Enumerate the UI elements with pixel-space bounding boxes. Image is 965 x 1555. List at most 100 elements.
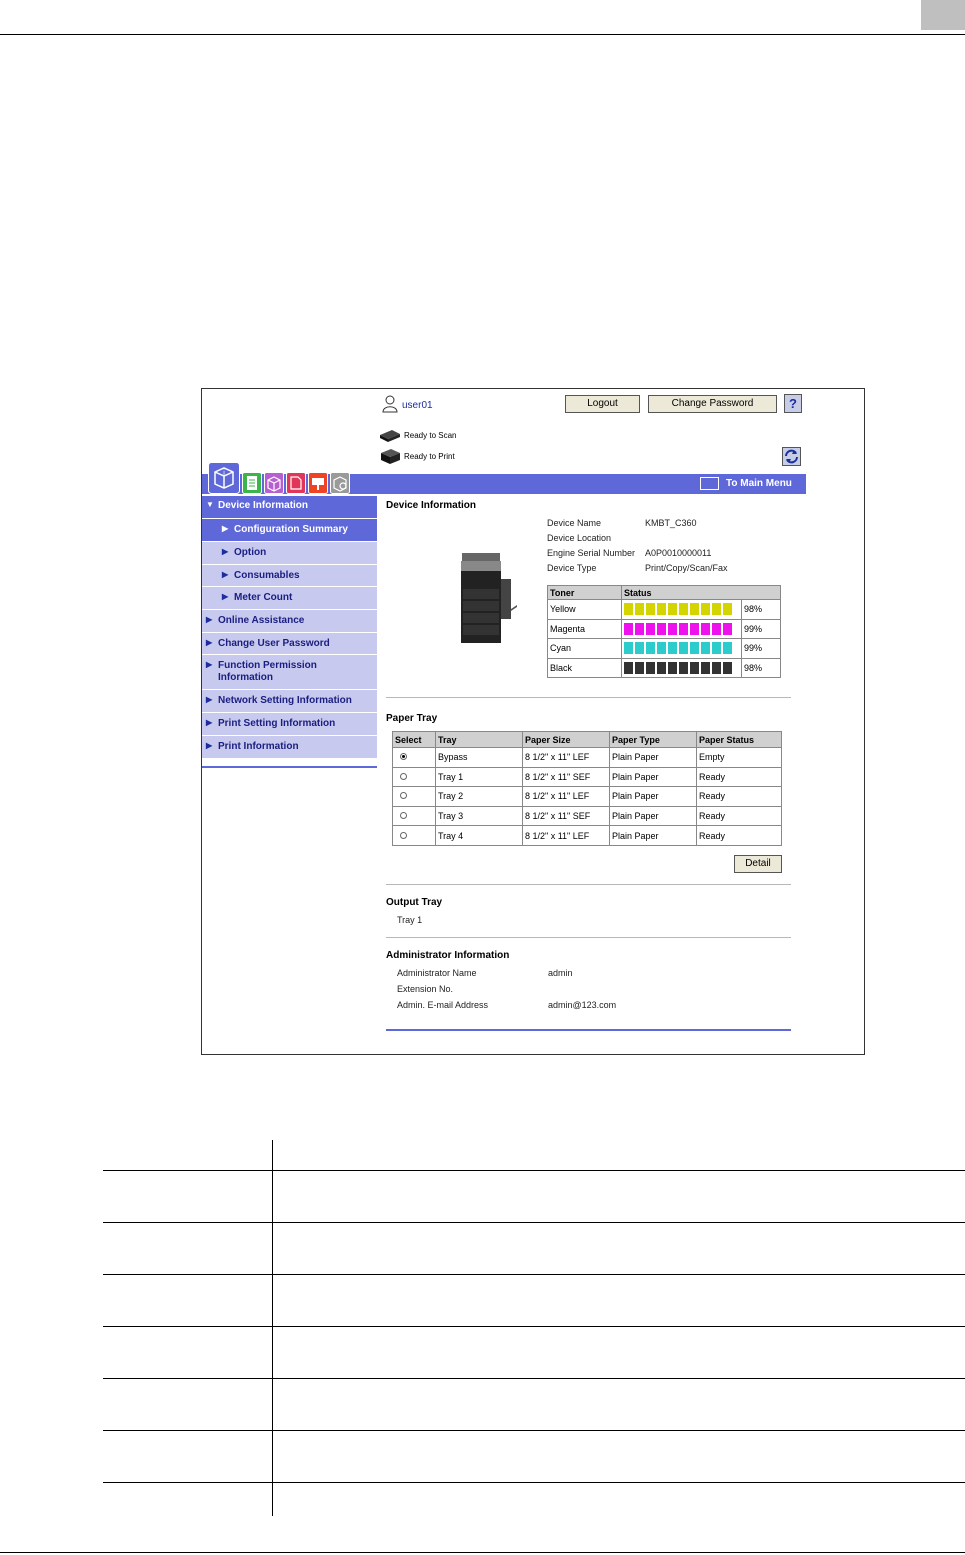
toner-level-segment xyxy=(690,642,699,655)
tray-select-radio[interactable] xyxy=(400,753,407,761)
toner-level-segment xyxy=(690,603,699,616)
sidebar-item-function-permission[interactable]: ▶ Function Permission Information xyxy=(202,655,377,690)
toner-level-segment xyxy=(635,603,644,616)
sidebar-item-print-setting[interactable]: ▶ Print Setting Information xyxy=(202,713,377,736)
sidebar-item-online-assistance[interactable]: ▶ Online Assistance xyxy=(202,610,377,633)
toner-row: Cyan 99% xyxy=(547,638,781,659)
tray-size-cell: 8 1/2" x 11" LEF xyxy=(522,747,610,768)
engine-serial-value: A0P0010000011 xyxy=(645,548,712,558)
tray-size-cell: 8 1/2" x 11" LEF xyxy=(522,786,610,807)
select-cell xyxy=(392,766,436,788)
sidebar-item-change-user-password[interactable]: ▶ Change User Password xyxy=(202,633,377,655)
tray-tray-cell: Tray 2 xyxy=(435,786,523,807)
tab-box-icon[interactable] xyxy=(264,472,284,494)
tray-status-cell: Ready xyxy=(696,766,782,788)
sidebar-item-option[interactable]: ▶ Option xyxy=(202,542,377,565)
triangle-right-icon: ▶ xyxy=(206,638,213,647)
tray-status-cell: Ready xyxy=(696,786,782,807)
tray-size-cell: 8 1/2" x 11" LEF xyxy=(522,825,610,846)
toner-gauge xyxy=(621,618,742,639)
tray-tray-cell: Tray 3 xyxy=(435,805,523,827)
toner-level-segment xyxy=(635,642,644,655)
page-header-rule xyxy=(0,34,965,35)
tab-store-address-icon[interactable] xyxy=(308,472,328,494)
print-status-text: Ready to Print xyxy=(404,452,455,461)
toner-level-segment xyxy=(712,642,721,655)
sidebar-item-consumables[interactable]: ▶ Consumables xyxy=(202,565,377,587)
device-type-value: Print/Copy/Scan/Fax xyxy=(645,563,728,573)
change-password-button[interactable]: Change Password xyxy=(648,395,777,413)
triangle-right-icon: ▶ xyxy=(206,660,213,669)
tray-type-cell: Plain Paper xyxy=(609,786,697,807)
logout-button[interactable]: Logout xyxy=(565,395,640,413)
detail-button[interactable]: Detail xyxy=(734,855,782,873)
triangle-down-icon: ▼ xyxy=(206,500,214,509)
tray-type-cell: Plain Paper xyxy=(609,805,697,827)
sidebar-item-device-information[interactable]: ▼ Device Information xyxy=(202,496,377,519)
triangle-right-icon: ▶ xyxy=(206,695,213,704)
toner-level-segment xyxy=(646,622,655,635)
paper-tray-table: Select Tray Paper Size Paper Type Paper … xyxy=(392,731,782,846)
tray-select-radio[interactable] xyxy=(400,792,407,800)
sidebar-item-print-information[interactable]: ▶ Print Information xyxy=(202,736,377,759)
engine-serial-label: Engine Serial Number xyxy=(547,548,636,558)
sidebar-item-meter-count[interactable]: ▶ Meter Count xyxy=(202,587,377,610)
tray-size-cell: 8 1/2" x 11" SEF xyxy=(522,766,610,788)
toner-level-segment xyxy=(679,642,688,655)
help-button[interactable]: ? xyxy=(784,394,802,413)
doc-table-row-rule xyxy=(103,1482,965,1483)
sidebar-item-network-setting[interactable]: ▶ Network Setting Information xyxy=(202,690,377,713)
scan-status-text: Ready to Scan xyxy=(404,431,457,440)
tab-favorites-icon[interactable] xyxy=(330,472,350,494)
triangle-right-icon: ▶ xyxy=(222,570,229,579)
main-menu-link[interactable]: To Main Menu xyxy=(726,478,792,489)
extension-number-label: Extension No. xyxy=(397,984,454,994)
tab-job-icon[interactable] xyxy=(242,472,262,494)
toner-level-segment xyxy=(723,642,732,655)
toner-level-segment xyxy=(679,661,688,674)
toner-percent: 99% xyxy=(741,618,781,639)
tray-select-radio[interactable] xyxy=(400,831,407,839)
toner-percent: 99% xyxy=(741,638,781,659)
toner-level-segment xyxy=(723,661,732,674)
toner-level-segment xyxy=(701,603,710,616)
device-location-label: Device Location xyxy=(547,533,612,543)
tray-type-cell: Plain Paper xyxy=(609,825,697,846)
toner-level-segment xyxy=(668,603,677,616)
tray-type-cell: Plain Paper xyxy=(609,766,697,788)
screenshot-frame: user01 Logout Change Password ? Ready to… xyxy=(201,388,865,1055)
toner-level-segment xyxy=(712,603,721,616)
paper-status-column-header: Paper Status xyxy=(696,731,782,748)
status-column-header: Status xyxy=(621,585,781,600)
toner-level-segment xyxy=(657,603,666,616)
toner-row: Yellow 98% xyxy=(547,599,781,620)
toner-level-segment xyxy=(657,642,666,655)
select-cell xyxy=(392,747,436,768)
doc-table-column-divider xyxy=(272,1140,273,1516)
tab-direct-print-icon[interactable] xyxy=(286,472,306,494)
doc-table-row-rule xyxy=(103,1170,965,1171)
triangle-right-icon: ▶ xyxy=(206,615,213,624)
toner-row: Magenta 99% xyxy=(547,618,781,639)
doc-table-row-rule xyxy=(103,1378,965,1379)
doc-table-row-rule xyxy=(103,1222,965,1223)
toner-level-segment xyxy=(657,622,666,635)
sidebar-item-configuration-summary[interactable]: ▶ Configuration Summary xyxy=(202,519,377,542)
toner-percent: 98% xyxy=(741,657,781,678)
tray-select-radio[interactable] xyxy=(400,772,407,780)
printer-icon xyxy=(381,449,400,464)
user-icon xyxy=(382,395,398,413)
refresh-icon[interactable] xyxy=(782,447,801,466)
user-name: user01 xyxy=(402,400,433,411)
triangle-right-icon: ▶ xyxy=(222,592,229,601)
page-number-box xyxy=(921,0,965,30)
toner-name: Yellow xyxy=(547,599,622,620)
main-menu-icon[interactable] xyxy=(700,477,719,490)
tray-status-cell: Ready xyxy=(696,805,782,827)
toner-level-segment xyxy=(646,642,655,655)
toner-level-segment xyxy=(668,622,677,635)
tray-type-cell: Plain Paper xyxy=(609,747,697,768)
toner-level-segment xyxy=(723,622,732,635)
tray-select-radio[interactable] xyxy=(400,812,407,820)
tab-information-icon[interactable]: i xyxy=(208,462,240,494)
